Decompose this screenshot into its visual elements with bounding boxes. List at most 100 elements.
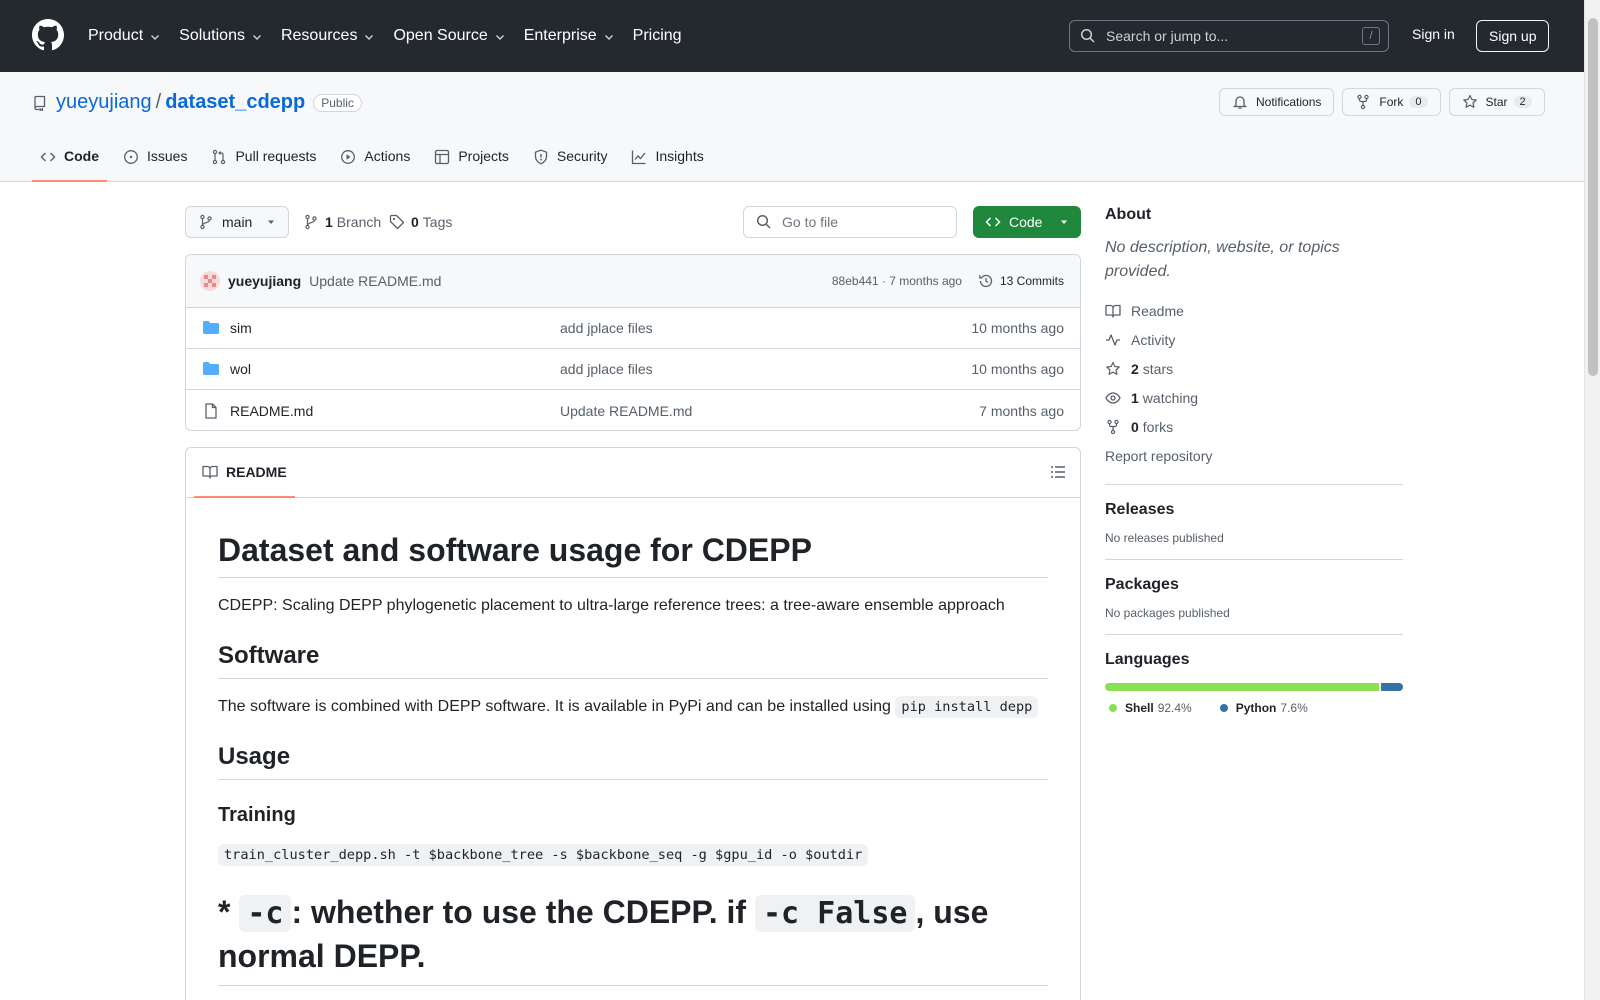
chevron-down-icon bbox=[365, 35, 374, 40]
book-icon bbox=[1105, 304, 1121, 318]
divider bbox=[1105, 559, 1403, 560]
search-icon bbox=[756, 214, 771, 229]
file-commit-message[interactable]: add jplace files bbox=[560, 320, 971, 336]
branch-select[interactable]: main bbox=[185, 206, 289, 238]
language-bar bbox=[1105, 683, 1403, 691]
scrollbar-thumb[interactable] bbox=[1588, 18, 1598, 376]
file-row[interactable]: sim add jplace files 10 months ago bbox=[186, 308, 1080, 349]
releases-empty: No releases published bbox=[1105, 531, 1224, 545]
tab-issues[interactable]: Issues bbox=[115, 140, 195, 182]
sign-in-link[interactable]: Sign in bbox=[1412, 26, 1455, 42]
pull-request-icon bbox=[213, 149, 226, 165]
readme-header: README bbox=[186, 448, 1080, 498]
star-icon bbox=[1106, 361, 1120, 375]
graph-icon bbox=[632, 150, 646, 165]
tab-projects[interactable]: Projects bbox=[426, 140, 517, 182]
language-item-shell[interactable]: Shell 92.4% bbox=[1105, 701, 1192, 715]
star-button[interactable]: Star 2 bbox=[1448, 88, 1545, 116]
heading-training: Training bbox=[218, 804, 296, 826]
nav-open-source[interactable]: Open Source bbox=[393, 27, 505, 45]
forks-link[interactable]: 0 forks bbox=[1105, 412, 1403, 441]
tag-count: 0 bbox=[411, 214, 419, 230]
file-row[interactable]: README.md Update README.md 7 months ago bbox=[186, 390, 1080, 430]
tags-link[interactable]: 0 Tags bbox=[389, 214, 452, 230]
repo-actions: Notifications Fork 0 Star 2 bbox=[1219, 88, 1553, 116]
tab-security[interactable]: Security bbox=[525, 140, 616, 182]
file-age: 10 months ago bbox=[971, 320, 1064, 336]
branches-link[interactable]: 1 Branch bbox=[303, 214, 381, 230]
stars-link[interactable]: 2 stars bbox=[1105, 354, 1403, 383]
repo-owner-link[interactable]: yueyujiang bbox=[56, 91, 152, 114]
readme-tab[interactable]: README bbox=[194, 448, 295, 498]
sign-up-button[interactable]: Sign up bbox=[1476, 20, 1550, 52]
search-placeholder: Search or jump to... bbox=[1106, 28, 1229, 44]
caret-down-icon bbox=[1061, 220, 1067, 224]
nav-enterprise[interactable]: Enterprise bbox=[524, 27, 615, 45]
chevron-down-icon bbox=[151, 35, 160, 40]
tab-code[interactable]: Code bbox=[32, 140, 107, 182]
repo-tabs: Code Issues Pull requests Actions Projec… bbox=[32, 140, 720, 182]
table-of-contents-icon[interactable] bbox=[1050, 464, 1066, 480]
latest-commit: yueyujiang Update README.md 88eb441 · 7 … bbox=[186, 255, 1080, 308]
global-header: Product Solutions Resources Open Source … bbox=[0, 0, 1584, 72]
commit-message[interactable]: Update README.md bbox=[309, 273, 832, 289]
nav-solutions[interactable]: Solutions bbox=[179, 27, 263, 45]
watching-link[interactable]: 1 watching bbox=[1105, 383, 1403, 412]
file-icon bbox=[205, 402, 217, 419]
nav-resources[interactable]: Resources bbox=[281, 27, 375, 45]
eye-icon bbox=[1105, 391, 1121, 404]
report-repository-link[interactable]: Report repository bbox=[1105, 441, 1403, 470]
releases-heading[interactable]: Releases bbox=[1105, 501, 1403, 519]
inline-code: -c bbox=[239, 895, 292, 932]
readme-intro: CDEPP: Scaling DEPP phylogenetic placeme… bbox=[218, 597, 1005, 614]
file-row[interactable]: wol add jplace files 10 months ago bbox=[186, 349, 1080, 390]
folder-icon bbox=[203, 321, 219, 334]
fork-icon bbox=[1107, 419, 1119, 434]
caret-down-icon bbox=[268, 220, 274, 224]
readme-content: Dataset and software usage for CDEPP CDE… bbox=[186, 532, 1080, 986]
chevron-down-icon bbox=[604, 35, 613, 40]
file-name[interactable]: sim bbox=[230, 320, 560, 336]
commits-link[interactable]: 13 Commits bbox=[978, 273, 1064, 289]
commit-author[interactable]: yueyujiang bbox=[228, 273, 301, 289]
inline-code: -c False bbox=[754, 895, 916, 932]
activity-link[interactable]: Activity bbox=[1105, 325, 1403, 354]
commit-sha-time[interactable]: 88eb441 · 7 months ago bbox=[832, 274, 962, 288]
bell-icon bbox=[1232, 96, 1248, 109]
tab-insights[interactable]: Insights bbox=[623, 140, 711, 182]
avatar[interactable] bbox=[200, 271, 220, 291]
nav-product[interactable]: Product bbox=[88, 27, 161, 45]
repo-sidebar: About No description, website, or topics… bbox=[1105, 206, 1403, 715]
file-name[interactable]: README.md bbox=[230, 403, 560, 419]
page-scrollbar[interactable] bbox=[1584, 0, 1600, 1000]
about-heading: About bbox=[1105, 206, 1152, 223]
shield-icon bbox=[534, 149, 548, 165]
readme-link[interactable]: Readme bbox=[1105, 296, 1403, 325]
search-input[interactable]: Search or jump to... / bbox=[1069, 20, 1389, 52]
branch-icon bbox=[305, 214, 317, 230]
file-name[interactable]: wol bbox=[230, 361, 560, 377]
github-logo-icon[interactable] bbox=[32, 19, 64, 51]
language-item-python[interactable]: Python 7.6% bbox=[1216, 701, 1308, 715]
search-shortcut-key: / bbox=[1362, 27, 1380, 45]
table-icon bbox=[435, 149, 450, 165]
file-commit-message[interactable]: Update README.md bbox=[560, 403, 979, 419]
repo-icon bbox=[34, 95, 46, 111]
star-count: 2 bbox=[1513, 96, 1532, 108]
issue-icon bbox=[124, 150, 138, 164]
notifications-button[interactable]: Notifications bbox=[1219, 88, 1335, 116]
code-button[interactable]: Code bbox=[973, 206, 1081, 238]
chevron-down-icon bbox=[495, 35, 504, 40]
file-commit-message[interactable]: add jplace files bbox=[560, 361, 971, 377]
go-to-file-input[interactable]: Go to file bbox=[743, 206, 957, 238]
nav-pricing[interactable]: Pricing bbox=[633, 27, 682, 45]
fork-button[interactable]: Fork 0 bbox=[1342, 88, 1441, 116]
packages-heading[interactable]: Packages bbox=[1105, 576, 1403, 594]
tab-pull-requests[interactable]: Pull requests bbox=[203, 140, 324, 182]
visibility-badge: Public bbox=[313, 93, 362, 112]
repo-name-link[interactable]: dataset_cdepp bbox=[165, 91, 305, 114]
languages-heading: Languages bbox=[1105, 651, 1190, 668]
readme-title: Dataset and software usage for CDEPP bbox=[218, 532, 1048, 578]
tab-actions[interactable]: Actions bbox=[332, 140, 418, 182]
branch-count: 1 bbox=[325, 214, 333, 230]
